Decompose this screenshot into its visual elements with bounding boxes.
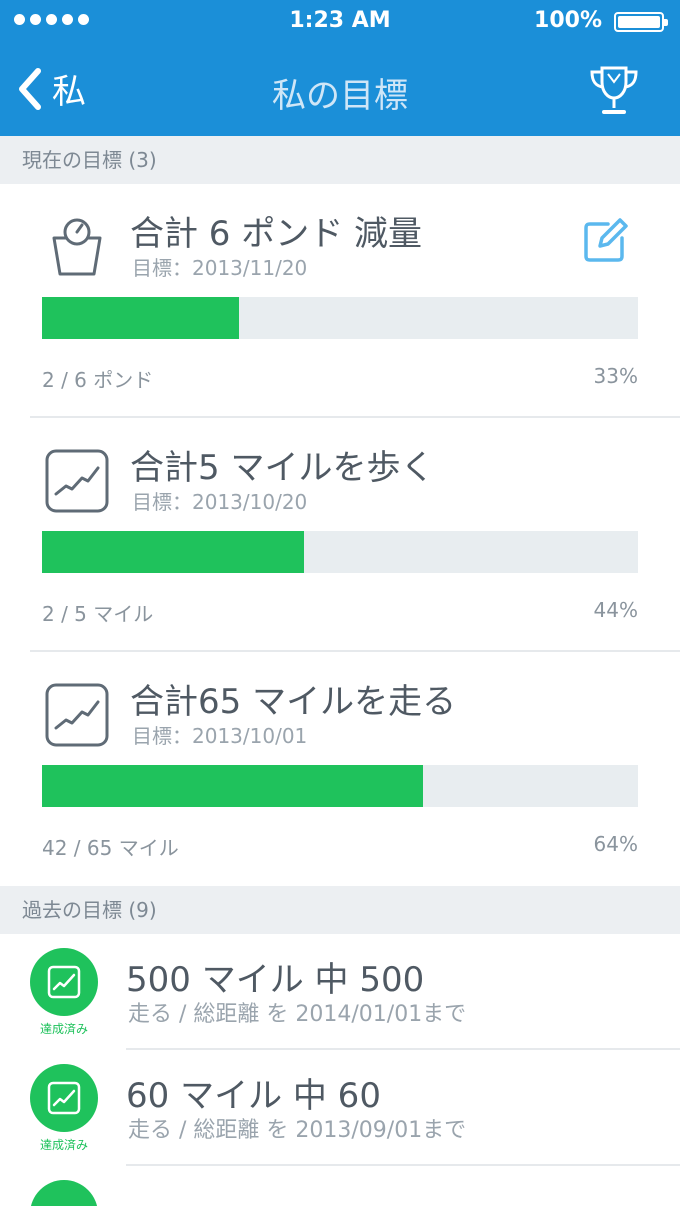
past-goal-title: 60 マイル 中 60 — [126, 1076, 381, 1116]
achieved-badge — [30, 1180, 98, 1206]
progress-track — [42, 297, 638, 339]
trend-chart-icon — [47, 965, 81, 999]
goal-progress-text: 2 / 5 マイル — [42, 602, 154, 626]
achieved-label: 達成済み — [39, 1022, 88, 1036]
trend-chart-icon — [45, 449, 109, 513]
progress-track — [42, 765, 638, 807]
goal-title: 合計 6 ポンド 減量 — [130, 214, 423, 254]
progress-fill — [42, 531, 305, 573]
past-goal-title: 500 マイル 中 500 — [126, 960, 425, 1000]
goal-percent: 64% — [593, 832, 638, 856]
status-bar: 1:23 AM 100% — [0, 0, 680, 44]
navigation-bar: 私 私の目標 — [0, 48, 680, 132]
trophy-icon[interactable] — [584, 60, 644, 120]
goal-title: 合計65 マイルを走る — [130, 682, 457, 722]
progress-fill — [42, 765, 424, 807]
goal-progress-text: 2 / 6 ポンド — [42, 368, 154, 392]
achieved-badge — [30, 948, 98, 1016]
goal-target-date: 目標：2013/10/01 — [132, 724, 308, 748]
past-goal-item[interactable] — [0, 1166, 680, 1206]
goal-item[interactable]: 合計65 マイルを走る 目標：2013/10/01 42 / 65 マイル 64… — [0, 652, 680, 886]
goal-item[interactable]: 合計5 マイルを歩く 目標：2013/10/20 2 / 5 マイル 44% — [0, 418, 680, 652]
page-title: 私の目標 — [272, 76, 408, 116]
goal-percent: 44% — [593, 598, 638, 622]
past-goal-item[interactable]: 達成済み 500 マイル 中 500 走る / 総距離 を 2014/01/01… — [0, 934, 680, 1050]
edit-icon[interactable] — [580, 216, 630, 266]
progress-track — [42, 531, 638, 573]
weight-scale-icon — [52, 218, 102, 276]
goal-title: 合計5 マイルを歩く — [130, 448, 435, 488]
current-goals-header: 現在の目標 (3) — [0, 136, 680, 184]
goal-progress-text: 42 / 65 マイル — [42, 836, 179, 860]
trend-chart-icon — [47, 1081, 81, 1115]
goal-target-date: 目標：2013/10/20 — [132, 490, 308, 514]
trend-chart-icon — [45, 683, 109, 747]
past-goal-subtitle: 走る / 総距離 を 2014/01/01まで — [128, 1002, 467, 1027]
goal-target-date: 目標：2013/11/20 — [132, 256, 308, 280]
battery-percent: 100% — [534, 8, 602, 33]
battery-icon — [614, 12, 668, 32]
goal-item[interactable]: 合計 6 ポンド 減量 目標：2013/11/20 2 / 6 ポンド 33% — [0, 184, 680, 418]
achieved-label: 達成済み — [39, 1138, 88, 1152]
achieved-badge — [30, 1064, 98, 1132]
progress-fill — [42, 297, 239, 339]
top-bar: 1:23 AM 100% 私 私の目標 — [0, 0, 680, 136]
past-goal-subtitle: 走る / 総距離 を 2013/09/01まで — [128, 1118, 467, 1143]
past-goal-item[interactable]: 達成済み 60 マイル 中 60 走る / 総距離 を 2013/09/01まで — [0, 1050, 680, 1166]
past-goals-header: 過去の目標 (9) — [0, 886, 680, 934]
goal-percent: 33% — [593, 364, 638, 388]
